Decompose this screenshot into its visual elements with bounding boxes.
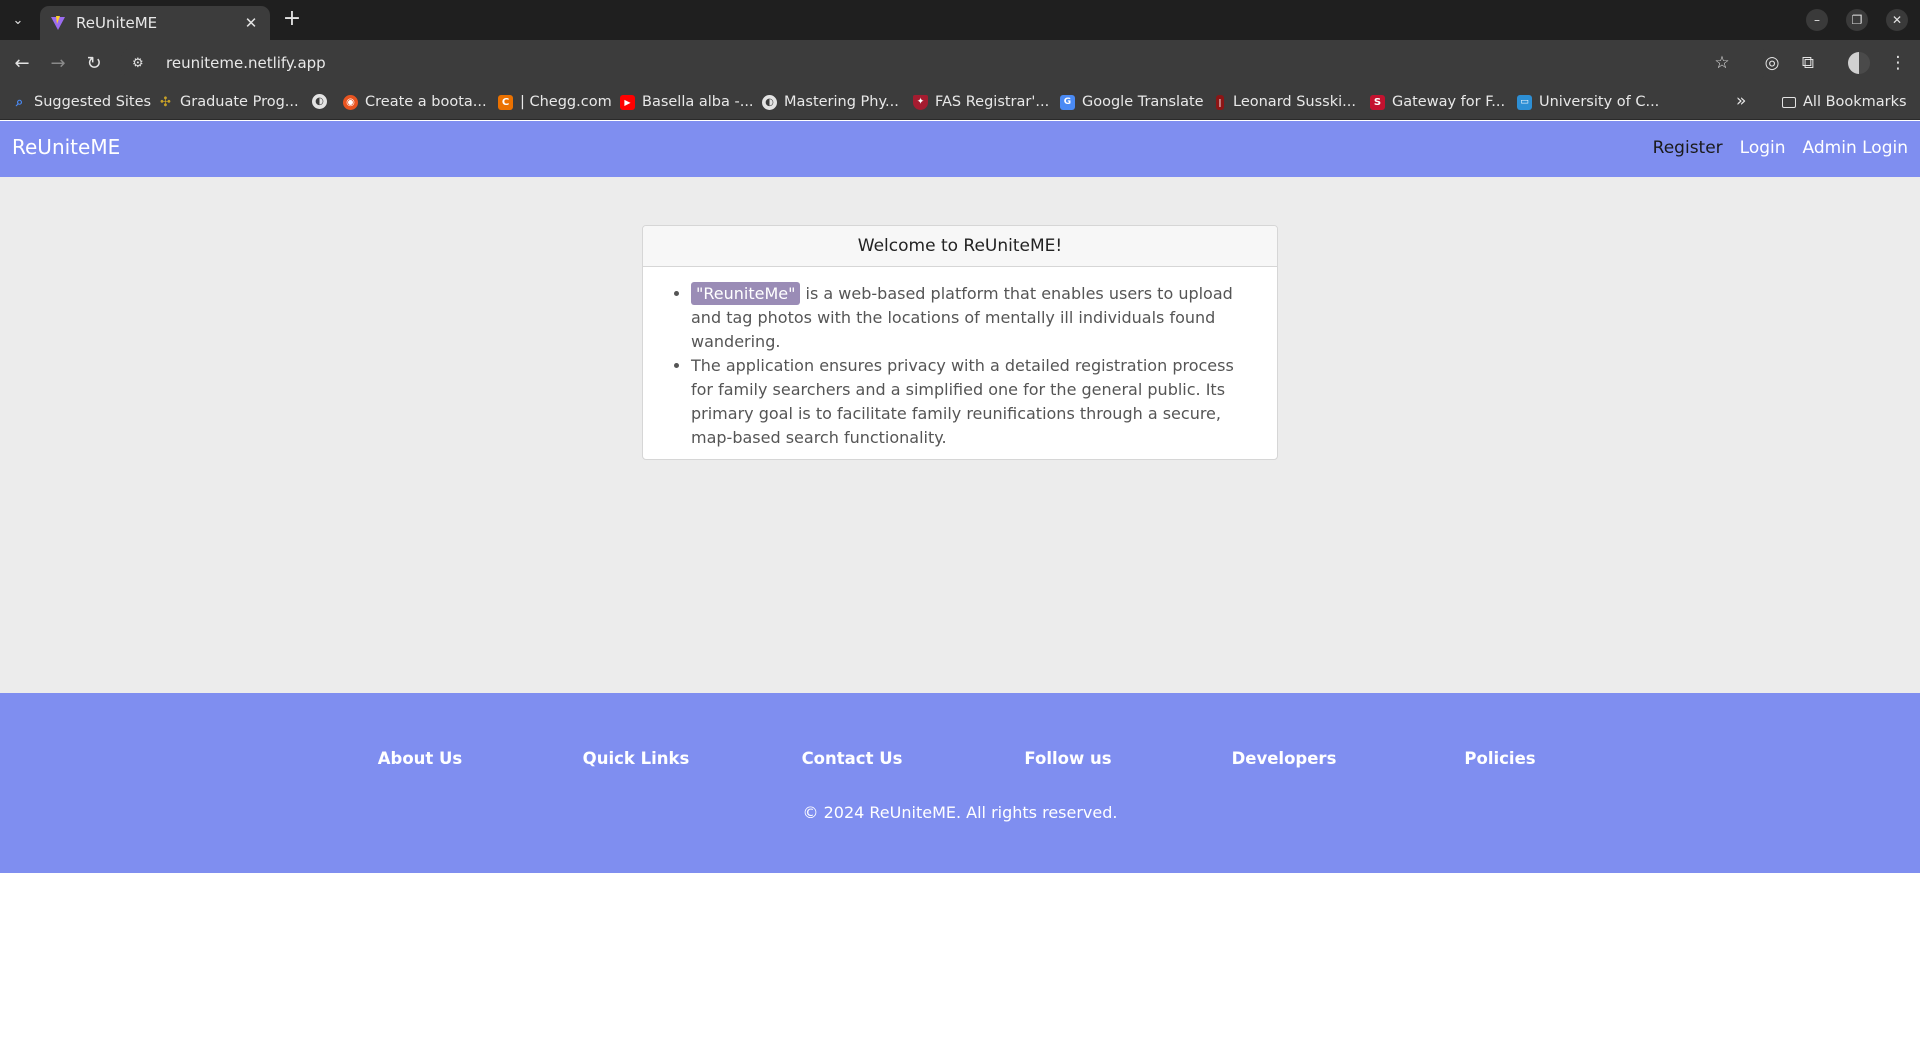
footer-follow-us[interactable]: Follow us: [1024, 749, 1111, 768]
youtube-icon: ▶: [620, 94, 635, 110]
forward-icon[interactable]: →: [46, 51, 70, 75]
register-link[interactable]: Register: [1653, 138, 1723, 158]
s-icon: S: [1370, 94, 1385, 110]
footer-links: About Us Quick Links Contact Us Follow u…: [0, 749, 1920, 773]
footer-contact-us[interactable]: Contact Us: [802, 749, 903, 768]
bookmark-graduate-prog[interactable]: ✣ Graduate Prog...: [158, 94, 299, 110]
bookmark-leonard-susskind[interactable]: | Leonard Susski...: [1216, 94, 1356, 110]
bookmarks-bar: ⌕ Suggested Sites ✣ Graduate Prog... ◐ ◉…: [0, 86, 1920, 120]
tab-close-icon[interactable]: ✕: [242, 14, 260, 32]
browser-tabstrip: ⌄ ReUniteME ✕ + – ❐ ✕: [0, 0, 1920, 40]
extensions-puzzle-icon[interactable]: ⧉: [1796, 51, 1820, 75]
site-brand[interactable]: ReUniteME: [12, 135, 120, 159]
tab-search-chevron-icon[interactable]: ⌄: [6, 8, 30, 32]
bookmark-google-translate[interactable]: G Google Translate: [1060, 94, 1204, 110]
bookmark-fas-registrar[interactable]: ✦ FAS Registrar'...: [913, 94, 1049, 110]
bookmark-mastering-phy[interactable]: ◐ Mastering Phy...: [762, 94, 899, 110]
bookmark-chegg[interactable]: C | Chegg.com: [498, 94, 612, 110]
welcome-card: Welcome to ReUniteME! "ReuniteMe" is a w…: [642, 225, 1278, 460]
highlighted-app-name: "ReuniteMe": [691, 282, 801, 305]
translate-icon: G: [1060, 94, 1075, 110]
reload-icon[interactable]: ↻: [82, 51, 106, 75]
ubuntu-icon: ◉: [343, 94, 358, 110]
nav-links: Register Login Admin Login: [1653, 138, 1908, 158]
close-window-icon[interactable]: ✕: [1886, 9, 1908, 31]
site-info-icon[interactable]: ⚙: [132, 56, 152, 71]
bookmark-suggested-sites[interactable]: ⌕ Suggested Sites: [12, 94, 151, 110]
main-content: Welcome to ReUniteME! "ReuniteMe" is a w…: [0, 177, 1920, 693]
footer-developers[interactable]: Developers: [1232, 749, 1337, 768]
list-item: "ReuniteMe" is a web-based platform that…: [691, 282, 1257, 354]
bookmark-create-bootable[interactable]: ◉ Create a boota...: [343, 94, 487, 110]
torch-icon: |: [1216, 94, 1224, 110]
site-navbar: ReUniteME Register Login Admin Login: [0, 121, 1920, 177]
footer-about-us[interactable]: About Us: [378, 749, 463, 768]
browser-toolbar: ← → ↻ ⚙ reuniteme.netlify.app ☆ ◎ ⧉ ⋮: [0, 40, 1920, 86]
globe-icon: ◐: [312, 94, 327, 109]
footer-policies[interactable]: Policies: [1464, 749, 1535, 768]
new-tab-icon[interactable]: +: [280, 8, 304, 32]
menu-kebab-icon[interactable]: ⋮: [1886, 51, 1910, 75]
all-bookmarks[interactable]: All Bookmarks: [1782, 94, 1907, 110]
footer-copyright: © 2024 ReUniteME. All rights reserved.: [802, 803, 1118, 822]
description-list: "ReuniteMe" is a web-based platform that…: [691, 282, 1257, 450]
restore-icon[interactable]: ❐: [1846, 9, 1868, 31]
welcome-card-body: "ReuniteMe" is a web-based platform that…: [643, 267, 1277, 450]
address-bar[interactable]: ⚙ reuniteme.netlify.app: [120, 45, 1770, 81]
shield-icon: ✦: [913, 94, 928, 110]
tab-title: ReUniteME: [76, 14, 158, 32]
site-footer: About Us Quick Links Contact Us Follow u…: [0, 693, 1920, 873]
welcome-card-header: Welcome to ReUniteME!: [643, 226, 1277, 267]
minimize-icon[interactable]: –: [1806, 9, 1828, 31]
url-text[interactable]: reuniteme.netlify.app: [166, 54, 326, 72]
profile-avatar[interactable]: [1848, 52, 1870, 74]
vite-favicon-icon: [51, 16, 65, 30]
admin-login-link[interactable]: Admin Login: [1803, 138, 1908, 158]
bookmark-university[interactable]: ▭ University of C...: [1517, 94, 1659, 110]
bookmark-star-icon[interactable]: ☆: [1710, 51, 1734, 75]
bookmark-basella-alba[interactable]: ▶ Basella alba -...: [620, 94, 754, 110]
list-item: The application ensures privacy with a d…: [691, 354, 1257, 450]
globe-icon: ◐: [762, 94, 777, 110]
bookmark-gateway[interactable]: S Gateway for F...: [1370, 94, 1505, 110]
login-link[interactable]: Login: [1740, 138, 1786, 158]
back-icon[interactable]: ←: [10, 51, 34, 75]
more-bookmarks-chevron-icon[interactable]: »: [1736, 91, 1746, 111]
browser-tab[interactable]: ReUniteME ✕: [40, 6, 270, 40]
extension-target-icon[interactable]: ◎: [1760, 51, 1784, 75]
footer-quick-links[interactable]: Quick Links: [583, 749, 690, 768]
uni-icon: ▭: [1517, 94, 1532, 110]
search-icon: ⌕: [15, 94, 24, 110]
bookmark-globe[interactable]: ◐: [312, 94, 334, 109]
folder-icon: [1782, 96, 1796, 108]
chegg-icon: C: [498, 94, 513, 110]
dots-icon: ✣: [160, 94, 171, 110]
web-page: ReUniteME Register Login Admin Login Wel…: [0, 121, 1920, 1053]
